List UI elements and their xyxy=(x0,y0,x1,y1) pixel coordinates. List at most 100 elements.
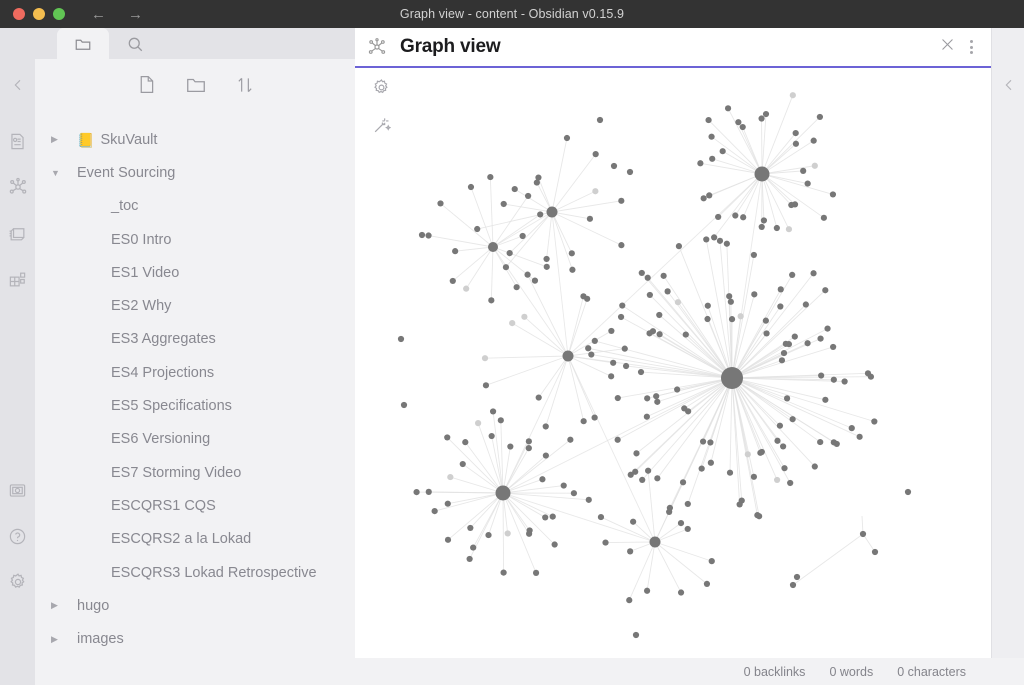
graph-icon xyxy=(367,37,387,57)
graph-icon xyxy=(8,177,28,197)
file-tree-label: ESCQRS3 Lokad Retrospective xyxy=(111,565,317,581)
sidebar-tab-strip xyxy=(35,28,355,59)
file-tree-folder[interactable]: ▼ Event Sourcing xyxy=(35,156,355,189)
file-tree-file[interactable]: ES3 Aggregates xyxy=(35,323,355,356)
chevron-right-icon[interactable]: ▶ xyxy=(51,134,63,145)
quick-switcher-button[interactable] xyxy=(0,118,35,164)
chevron-down-icon[interactable]: ▼ xyxy=(51,168,63,178)
search-tab[interactable] xyxy=(109,28,161,59)
dot xyxy=(970,40,973,43)
sort-icon xyxy=(235,75,255,95)
file-tree-file[interactable]: ESCQRS1 CQS xyxy=(35,489,355,522)
folder-emoji-icon: 📒 xyxy=(77,133,94,147)
status-bar: 0 backlinks 0 words 0 characters xyxy=(35,658,1024,685)
collapse-sidebar-button[interactable] xyxy=(0,62,35,108)
file-tree-folder[interactable]: ▶ hugo xyxy=(35,589,355,622)
file-tree-label: ES5 Specifications xyxy=(111,398,232,414)
file-tree-label: SkuVault xyxy=(100,132,157,148)
close-window-button[interactable] xyxy=(13,8,25,20)
calendar-notes-icon xyxy=(8,224,27,243)
graph-forces-button[interactable] xyxy=(372,116,391,140)
settings-button[interactable] xyxy=(0,559,35,605)
file-tree-file[interactable]: ES0 Intro xyxy=(35,223,355,256)
help-circle-icon xyxy=(8,527,27,546)
page-title: Graph view xyxy=(400,36,500,58)
new-note-icon xyxy=(136,74,157,95)
graph-canvas[interactable] xyxy=(355,68,991,656)
gear-icon xyxy=(8,572,28,592)
daily-notes-button[interactable] xyxy=(0,210,35,256)
file-tree-label: ES0 Intro xyxy=(111,232,171,248)
new-folder-icon xyxy=(185,74,207,96)
graph-network xyxy=(355,68,991,656)
close-tab-button[interactable] xyxy=(939,36,956,58)
left-icon-rail xyxy=(0,28,35,685)
graph-settings-button[interactable] xyxy=(372,78,391,102)
file-tree-label: Event Sourcing xyxy=(77,165,175,181)
forward-button[interactable]: → xyxy=(128,7,143,22)
vault-icon xyxy=(8,481,27,500)
file-tree-file[interactable]: ES7 Storming Video xyxy=(35,456,355,489)
file-tree-file[interactable]: ES2 Why xyxy=(35,289,355,322)
file-explorer-toolbar xyxy=(35,59,355,115)
chevron-right-icon[interactable]: ▶ xyxy=(51,634,63,645)
file-tree-file[interactable]: ES6 Versioning xyxy=(35,423,355,456)
help-button[interactable] xyxy=(0,513,35,559)
files-tab[interactable] xyxy=(57,28,109,59)
window-controls[interactable] xyxy=(13,8,65,20)
canvas-grid-icon xyxy=(8,270,27,289)
graph-view-button[interactable] xyxy=(0,164,35,210)
graph-control-buttons xyxy=(372,78,391,140)
maximize-window-button[interactable] xyxy=(53,8,65,20)
new-note-button[interactable] xyxy=(136,74,157,100)
file-explorer-sidebar: ▶ 📒 SkuVault ▼ Event Sourcing _toc ES0 Intro ES… xyxy=(35,28,355,658)
file-tree-file[interactable]: ESCQRS2 a la Lokad xyxy=(35,523,355,556)
file-tree-folder[interactable]: ▶ 📒 SkuVault xyxy=(35,123,355,156)
new-folder-button[interactable] xyxy=(185,74,207,101)
search-icon xyxy=(126,35,144,53)
title-bar: ← → Graph view - content - Obsidian v0.1… xyxy=(0,0,1024,28)
file-tree-file[interactable]: ES1 Video xyxy=(35,256,355,289)
file-tree-file[interactable]: ES4 Projections xyxy=(35,356,355,389)
more-options-button[interactable] xyxy=(970,40,973,54)
obsidian-window: ← → Graph view - content - Obsidian v0.1… xyxy=(0,0,1024,685)
dot xyxy=(970,51,973,54)
canvas-button[interactable] xyxy=(0,256,35,302)
character-count: 0 characters xyxy=(897,665,966,679)
file-tree-label: ES2 Why xyxy=(111,298,171,314)
file-tree-label: ES4 Projections xyxy=(111,365,214,381)
collapse-right-sidebar-button[interactable] xyxy=(992,62,1024,108)
file-tree-label: ES6 Versioning xyxy=(111,431,210,447)
word-count: 0 words xyxy=(829,665,873,679)
dot xyxy=(970,46,973,49)
chevron-left-icon xyxy=(10,77,26,93)
gear-icon xyxy=(372,78,391,97)
file-tree-folder[interactable]: ▶ images xyxy=(35,622,355,655)
backlinks-count: 0 backlinks xyxy=(744,665,806,679)
file-tree-label: ESCQRS2 a la Lokad xyxy=(111,531,251,547)
magic-wand-icon xyxy=(372,116,391,135)
graph-view-header: Graph view xyxy=(355,28,991,68)
file-tree-label: _toc xyxy=(111,198,138,214)
file-tree-label: ESCQRS1 CQS xyxy=(111,498,216,514)
file-tree-label: ES1 Video xyxy=(111,265,179,281)
vault-switcher-button[interactable] xyxy=(0,467,35,513)
right-icon-rail xyxy=(991,28,1024,685)
back-button[interactable]: ← xyxy=(91,7,106,22)
file-tree-file[interactable]: _toc xyxy=(35,190,355,223)
folder-icon xyxy=(74,35,92,53)
file-tree-label: hugo xyxy=(77,598,109,614)
sort-button[interactable] xyxy=(235,75,255,100)
document-list-icon xyxy=(8,132,27,151)
chevron-left-icon xyxy=(1001,77,1017,93)
close-icon xyxy=(939,36,956,53)
file-tree-file[interactable]: ES5 Specifications xyxy=(35,389,355,422)
chevron-right-icon[interactable]: ▶ xyxy=(51,600,63,611)
file-tree-label: images xyxy=(77,631,124,647)
window-title: Graph view - content - Obsidian v0.15.9 xyxy=(0,7,1024,21)
file-tree: ▶ 📒 SkuVault ▼ Event Sourcing _toc ES0 Intro ES… xyxy=(35,115,355,656)
file-tree-file[interactable]: ESCQRS3 Lokad Retrospective xyxy=(35,556,355,589)
file-tree-label: ES7 Storming Video xyxy=(111,465,241,481)
minimize-window-button[interactable] xyxy=(33,8,45,20)
file-tree-label: ES3 Aggregates xyxy=(111,331,216,347)
